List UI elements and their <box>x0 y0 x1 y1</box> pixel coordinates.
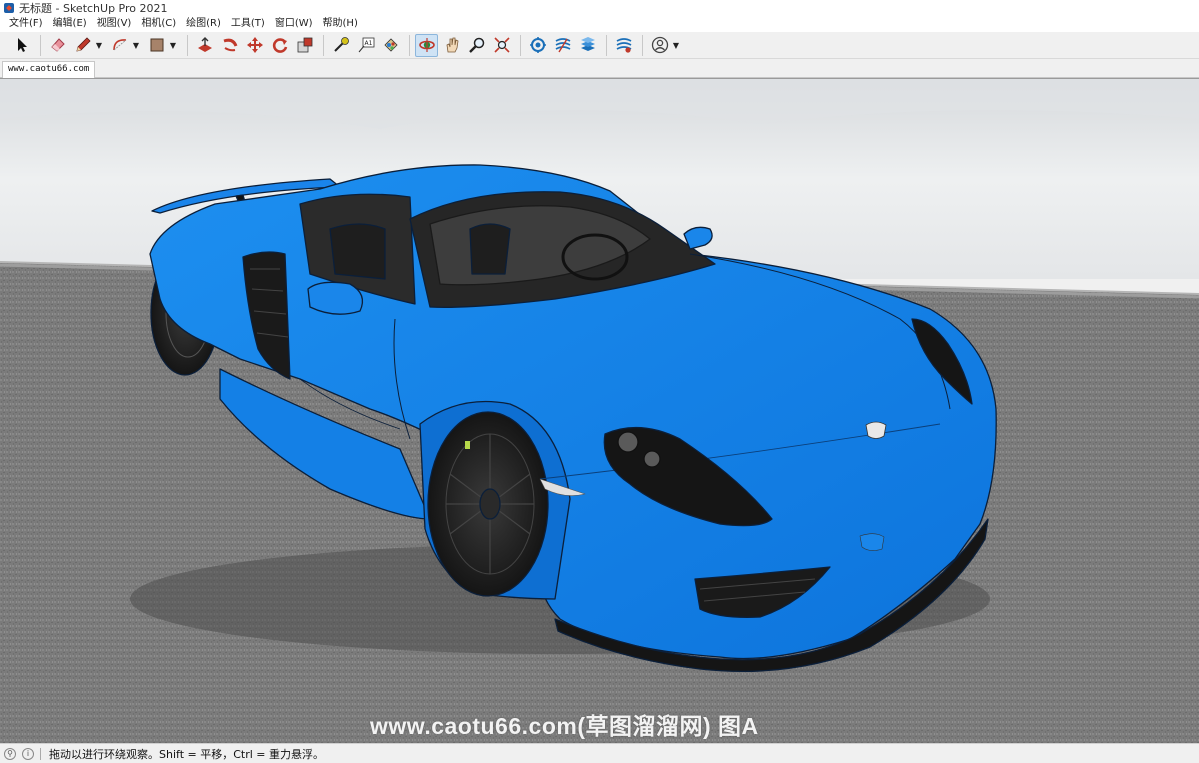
tape-measure-icon[interactable] <box>329 34 352 57</box>
chevron-down-icon[interactable]: ▼ <box>131 34 141 57</box>
menu-help[interactable]: 帮助(H) <box>318 16 363 32</box>
status-bar: ⚲ i 拖动以进行环绕观察。Shift = 平移，Ctrl = 重力悬浮。 <box>0 743 1199 763</box>
zoom-icon[interactable] <box>465 34 488 57</box>
status-text: 拖动以进行环绕观察。Shift = 平移，Ctrl = 重力悬浮。 <box>49 747 324 761</box>
chevron-down-icon[interactable]: ▼ <box>671 34 681 57</box>
rotate-icon[interactable] <box>268 34 291 57</box>
toolbar-separator <box>642 34 643 56</box>
menu-file[interactable]: 文件(F) <box>4 16 48 32</box>
layout-send-icon[interactable] <box>576 34 599 57</box>
eraser-icon[interactable] <box>46 34 69 57</box>
account-icon[interactable] <box>648 34 671 57</box>
status-separator <box>40 747 41 760</box>
extension-manager-icon[interactable] <box>612 34 635 57</box>
toolbar-separator <box>40 34 41 56</box>
toolbar-separator <box>409 34 410 56</box>
scene-tab[interactable]: www.caotu66.com <box>2 61 96 78</box>
sketchup-logo-icon <box>4 3 14 13</box>
push-pull-icon[interactable] <box>193 34 216 57</box>
svg-text:A1: A1 <box>364 40 372 47</box>
scene-tab-strip: www.caotu66.com <box>0 59 1199 78</box>
select-arrow-icon[interactable] <box>10 34 33 57</box>
toolbar-separator <box>606 34 607 56</box>
window-title: 无标题 - SketchUp Pro 2021 <box>19 2 168 15</box>
model-viewport[interactable]: www.caotu66.com(草图溜溜网) 图A <box>0 78 1199 743</box>
extension-warehouse-icon[interactable] <box>551 34 574 57</box>
menu-camera[interactable]: 相机(C) <box>136 16 181 32</box>
menu-draw[interactable]: 绘图(R) <box>181 16 226 32</box>
follow-me-icon[interactable] <box>218 34 241 57</box>
text-tool-icon[interactable]: A1 <box>354 34 377 57</box>
warehouse-icon[interactable] <box>526 34 549 57</box>
move-icon[interactable] <box>243 34 266 57</box>
menu-tools[interactable]: 工具(T) <box>226 16 270 32</box>
toolbar-separator <box>520 34 521 56</box>
menu-bar: 文件(F) 编辑(E) 视图(V) 相机(C) 绘图(R) 工具(T) 窗口(W… <box>0 16 1199 32</box>
menu-edit[interactable]: 编辑(E) <box>48 16 92 32</box>
zoom-extents-icon[interactable] <box>490 34 513 57</box>
main-toolbar: ▼ ▼ ▼ A1 ▼ <box>0 32 1199 59</box>
chevron-down-icon[interactable]: ▼ <box>168 34 178 57</box>
menu-window[interactable]: 窗口(W) <box>270 16 318 32</box>
geo-location-icon[interactable]: ⚲ <box>4 747 16 760</box>
rectangle-shape-icon[interactable] <box>145 34 168 57</box>
scale-icon[interactable] <box>293 34 316 57</box>
toolbar-separator <box>187 34 188 56</box>
chevron-down-icon[interactable]: ▼ <box>94 34 104 57</box>
menu-view[interactable]: 视图(V) <box>92 16 137 32</box>
title-bar: 无标题 - SketchUp Pro 2021 <box>0 0 1199 16</box>
paint-bucket-icon[interactable] <box>379 34 402 57</box>
viewport-canvas[interactable] <box>0 79 1199 743</box>
pan-hand-icon[interactable] <box>440 34 463 57</box>
pencil-line-icon[interactable] <box>71 34 94 57</box>
orbit-icon[interactable] <box>415 33 438 57</box>
info-icon[interactable]: i <box>22 747 34 760</box>
watermark-text: www.caotu66.com(草图溜溜网) 图A <box>370 713 759 739</box>
toolbar-separator <box>323 34 324 56</box>
arc-icon[interactable] <box>108 34 131 57</box>
